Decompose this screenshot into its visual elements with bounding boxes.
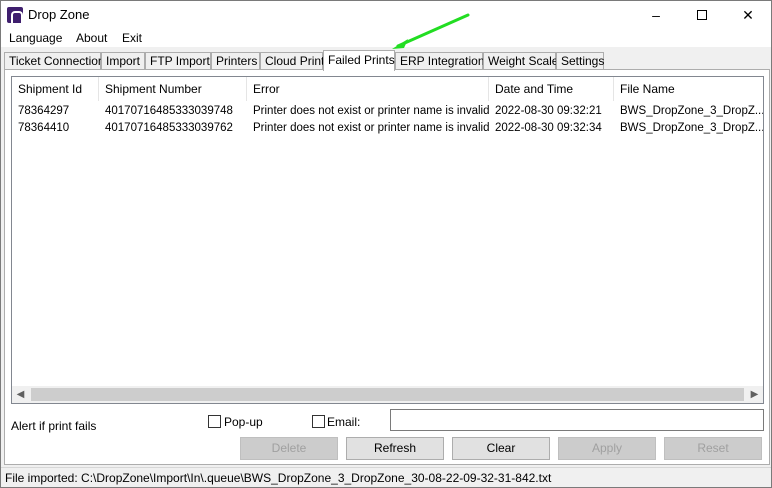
column-header-shipment-number[interactable]: Shipment Number [99,77,247,101]
table-row[interactable]: 78364297 40170716485333039748 Printer do… [12,103,764,120]
tab-cloud-print[interactable]: Cloud Print [260,52,324,70]
cell-shipment-id: 78364297 [18,105,70,117]
reset-button[interactable]: Reset [664,437,762,460]
window-title: Drop Zone [28,7,90,22]
cell-shipment-number: 40170716485333039748 [105,105,233,117]
column-header-date-time[interactable]: Date and Time [489,77,614,101]
email-checkbox[interactable] [312,415,325,428]
menu-exit[interactable]: Exit [122,31,142,45]
column-header-error[interactable]: Error [247,77,489,101]
scrollbar-thumb[interactable] [31,388,744,401]
app-window: Drop Zone – ✕ Language About Exit Ticket… [0,0,772,488]
popup-checkbox[interactable] [208,415,221,428]
tab-ftp-import[interactable]: FTP Import [145,52,211,70]
failed-prints-table[interactable]: Shipment Id Shipment Number Error Date a… [11,76,764,404]
tab-erp-integration[interactable]: ERP Integration [395,52,485,70]
status-text: File imported: C:\DropZone\Import\In\.qu… [5,471,552,485]
tab-import[interactable]: Import [101,52,145,70]
failed-prints-panel: Shipment Id Shipment Number Error Date a… [4,69,770,465]
cell-error: Printer does not exist or printer name i… [253,122,489,134]
close-button[interactable]: ✕ [725,1,771,29]
tab-failed-prints[interactable]: Failed Prints [323,50,395,71]
app-logo-icon [7,7,23,23]
menu-about[interactable]: About [76,31,107,45]
refresh-button[interactable]: Refresh [346,437,444,460]
cell-error: Printer does not exist or printer name i… [253,105,489,117]
minimize-button[interactable]: – [633,1,679,29]
maximize-icon [697,10,707,20]
column-header-shipment-id[interactable]: Shipment Id [12,77,99,101]
close-icon: ✕ [742,6,754,23]
cell-date-time: 2022-08-30 09:32:21 [495,105,602,117]
cell-file-name: BWS_DropZone_3_DropZ... [620,122,764,134]
scroll-left-icon[interactable]: ◀ [12,386,29,403]
cell-shipment-number: 40170716485333039762 [105,122,233,134]
arrow-shaft [396,13,470,48]
tab-ticket-connection[interactable]: Ticket Connection [4,52,105,70]
tab-printers[interactable]: Printers [211,52,260,70]
arrow-head [392,39,408,49]
cell-date-time: 2022-08-30 09:32:34 [495,122,602,134]
cell-file-name: BWS_DropZone_3_DropZ... [620,105,764,117]
column-header-file-name[interactable]: File Name [614,77,763,101]
alert-label: Alert if print fails [11,419,97,433]
clear-button[interactable]: Clear [452,437,550,460]
minimize-icon: – [652,7,660,23]
email-label[interactable]: Email: [327,415,360,429]
status-bar: File imported: C:\DropZone\Import\In\.qu… [1,467,771,487]
email-input[interactable] [390,409,764,431]
delete-button[interactable]: Delete [240,437,338,460]
maximize-button[interactable] [679,1,725,29]
popup-label[interactable]: Pop-up [224,415,263,429]
table-header: Shipment Id Shipment Number Error Date a… [12,77,763,101]
tab-settings[interactable]: Settings [556,52,604,70]
scroll-right-icon[interactable]: ▶ [746,386,763,403]
green-arrow-icon [392,13,470,49]
tab-weight-scale[interactable]: Weight Scale [483,52,558,70]
table-row[interactable]: 78364410 40170716485333039762 Printer do… [12,120,764,137]
menu-language[interactable]: Language [9,31,62,45]
apply-button[interactable]: Apply [558,437,656,460]
horizontal-scrollbar[interactable]: ◀ ▶ [12,386,763,403]
cell-shipment-id: 78364410 [18,122,70,134]
